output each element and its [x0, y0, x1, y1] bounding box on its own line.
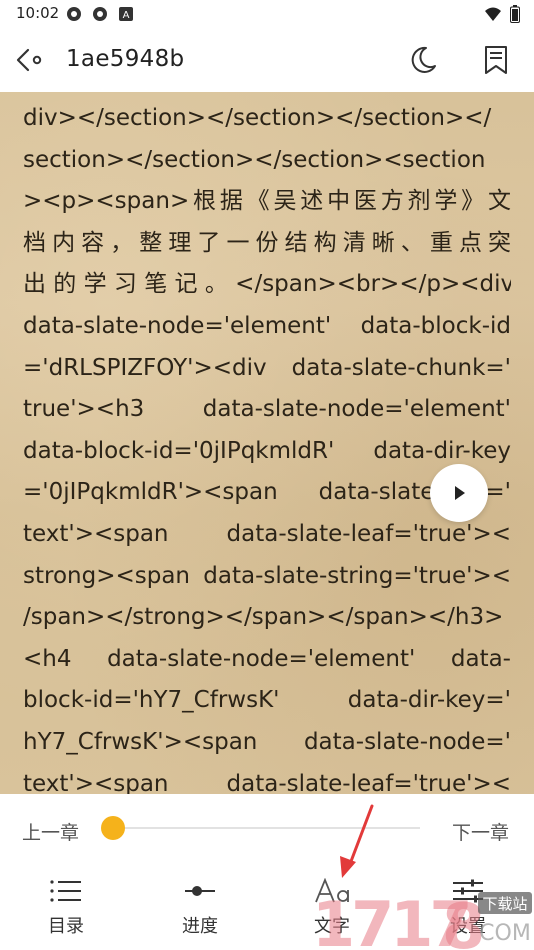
text-line: ='dRLSPIZFOY'><div data-slate-chunk=': [23, 354, 511, 381]
play-audio-button[interactable]: [430, 464, 488, 522]
reader-header: 1ae5948b: [0, 28, 534, 92]
text-line: <h4 data-slate-node='element' data-: [23, 645, 511, 672]
text-line: div></section></section></section></: [23, 105, 492, 131]
app-notification-icon-2: [93, 7, 107, 21]
text-line: true'><h3 data-slate-node='element': [23, 396, 511, 423]
play-icon: [455, 486, 465, 500]
text-line: ><p><span>根据《吴述中医方剂学》文: [23, 188, 511, 215]
text-line: block-id='hY7_CfrwsK' data-dir-key=': [23, 687, 511, 714]
back-icon[interactable]: [12, 42, 48, 78]
chapter-text: div></section></section></section></ sect…: [23, 98, 511, 794]
status-bar: 10:02 A: [0, 0, 534, 28]
battery-icon: [510, 5, 520, 23]
prev-chapter-button[interactable]: 上一章: [22, 818, 79, 845]
svg-text:A: A: [123, 10, 130, 21]
bookmark-icon[interactable]: [478, 42, 514, 78]
svg-text:下载站: 下载站: [482, 895, 527, 913]
tab-toc[interactable]: 目录: [26, 878, 106, 944]
progress-icon: [185, 886, 215, 896]
text-line: strong><span data-slate-string='true'><: [23, 562, 511, 589]
reading-page[interactable]: div></section></section></section></ sect…: [0, 92, 534, 794]
text-line: section></section></section><section: [23, 146, 486, 173]
book-title: 1ae5948b: [66, 46, 185, 72]
next-chapter-button[interactable]: 下一章: [452, 818, 509, 845]
status-right: [484, 5, 520, 23]
text-line: /span></strong></span></span></h3>: [23, 604, 504, 631]
text-line: 出 的 学 习 笔 记 。 </span><br></p><div: [23, 271, 511, 298]
tab-progress-label: 进度: [182, 916, 218, 937]
app-notification-icon: [67, 7, 81, 21]
tab-progress[interactable]: 进度: [160, 878, 240, 944]
text-line: data-block-id='0jIPqkmldR' data-dir-key: [23, 437, 511, 464]
toc-list-icon: [50, 880, 81, 902]
site-watermark: 1717 8 下载站 COM: [310, 878, 534, 950]
tab-toc-label: 目录: [48, 916, 84, 937]
status-time: 10:02: [16, 4, 60, 22]
svg-text:COM: COM: [479, 921, 531, 946]
chapter-progress-slider[interactable]: [112, 827, 420, 829]
text-line: data-slate-node='element' data-block-id: [23, 312, 511, 339]
text-line: text'><span data-slate-leaf='true'><: [23, 770, 511, 795]
night-mode-icon[interactable]: [404, 42, 440, 78]
text-line: text'><span data-slate-leaf='true'><: [23, 520, 511, 547]
text-line: 档内容，整理了一份结构清晰、重点突: [23, 229, 511, 256]
wifi-icon: [485, 7, 501, 21]
slider-thumb[interactable]: [101, 816, 125, 840]
font-notification-icon: A: [119, 7, 133, 21]
text-line: hY7_CfrwsK'><span data-slate-node=': [23, 728, 511, 755]
watermark-logo: 1717 8 下载站 COM: [312, 888, 532, 950]
